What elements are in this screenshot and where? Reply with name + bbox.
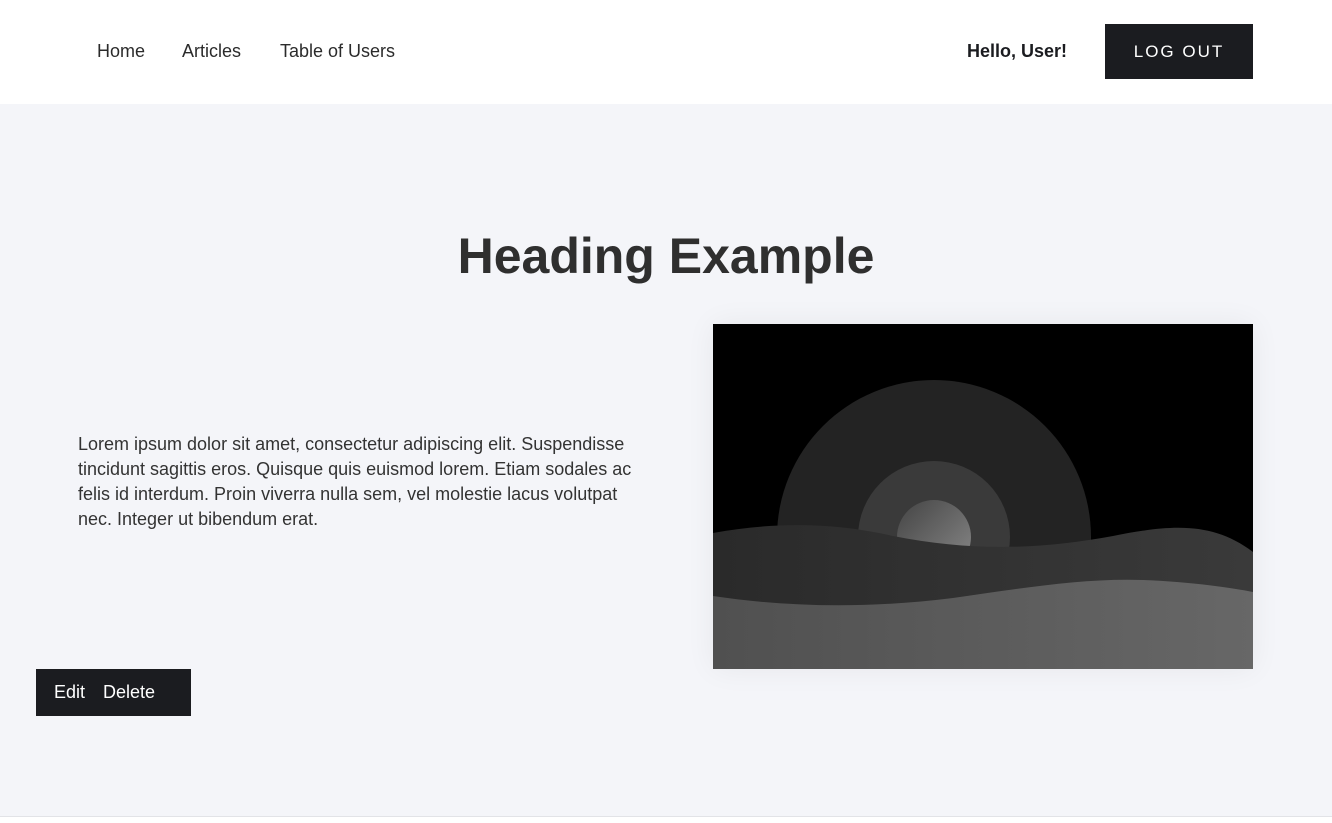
delete-button[interactable]: Delete — [103, 669, 155, 716]
article-section: Heading Example Lorem ipsum dolor sit am… — [0, 104, 1332, 817]
article-actions: Edit Delete — [36, 669, 191, 716]
footer — [0, 817, 1332, 823]
edit-button[interactable]: Edit — [36, 669, 103, 716]
landscape-placeholder-image — [713, 324, 1253, 669]
top-navigation-bar: Home Articles Table of Users Hello, User… — [0, 0, 1332, 104]
logout-button[interactable]: LOG OUT — [1105, 24, 1253, 79]
nav-link-home[interactable]: Home — [97, 40, 145, 62]
page-heading: Heading Example — [457, 228, 875, 284]
nav-link-articles[interactable]: Articles — [182, 40, 241, 62]
article-body-text: Lorem ipsum dolor sit amet, consectetur … — [78, 434, 632, 529]
nav-link-table-of-users[interactable]: Table of Users — [280, 40, 395, 62]
user-greeting: Hello, User! — [967, 41, 1068, 61]
